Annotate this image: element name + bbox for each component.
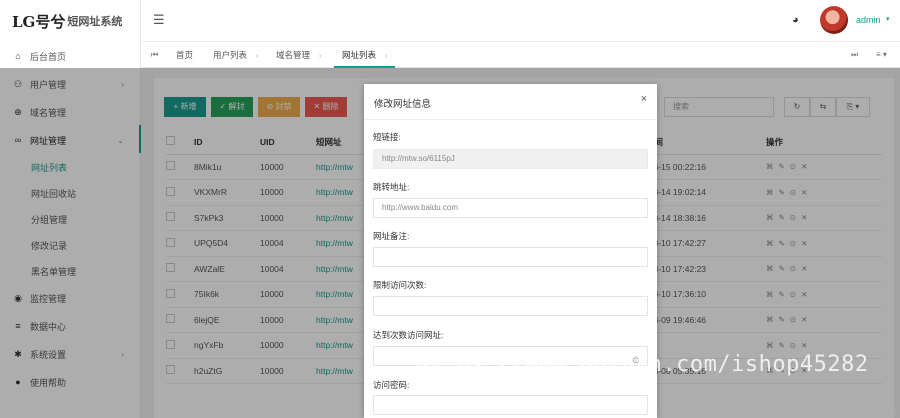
tab-next-icon[interactable]: ⏭ — [851, 42, 858, 68]
logo-sub: 短网址系统 — [67, 15, 123, 28]
caret-down-icon[interactable]: ▾ — [886, 15, 890, 23]
tab-label: 域名管理 — [276, 50, 311, 60]
close-icon[interactable]: › — [385, 53, 387, 60]
app-logo[interactable]: LG号兮 短网址系统 — [0, 0, 140, 42]
scroll-down-icon[interactable]: ▼ — [892, 410, 898, 416]
target-url-field[interactable]: http://www.baidu.com — [373, 198, 648, 218]
tab-prev-icon[interactable]: ⏮ — [151, 42, 158, 68]
tab-label: 网址列表 — [342, 50, 377, 60]
limit-redirect-label: 达到次数访问网址: — [373, 330, 444, 340]
avatar[interactable] — [820, 6, 848, 34]
close-icon[interactable]: × — [641, 93, 647, 105]
remark-label: 网址备注: — [373, 231, 410, 241]
short-url-field: http://mtw.so/6115pJ — [373, 149, 648, 169]
tab-home[interactable]: 首页 — [176, 42, 193, 68]
page-tabs: ⏮ 首页 用户列表 › 域名管理 › 网址列表 › ⏭ ≡ ▾ — [141, 42, 900, 68]
modal-divider — [364, 119, 657, 120]
palette-icon[interactable]: ◕ — [792, 14, 799, 26]
visit-limit-field[interactable] — [373, 296, 648, 316]
username[interactable]: admin — [856, 15, 881, 25]
tab-label: 首页 — [176, 50, 194, 60]
short-url-label: 短链接: — [373, 132, 401, 142]
tab-domain-manage[interactable]: 域名管理 › — [276, 42, 321, 68]
modal-title: 修改网址信息 — [374, 99, 432, 110]
tab-url-list[interactable]: 网址列表 › — [334, 42, 396, 68]
top-header: ☰ ◕ admin ▾ — [141, 0, 900, 42]
tab-user-list[interactable]: 用户列表 › — [213, 42, 258, 68]
menu-toggle-icon[interactable]: ☰ — [153, 12, 165, 28]
visit-limit-label: 限制访问次数: — [373, 280, 427, 290]
target-url-label: 跳转地址: — [373, 182, 410, 192]
watermark: https://www.huzhan.com/ishop45282 — [415, 352, 869, 377]
remark-field[interactable] — [373, 247, 648, 267]
home-icon: ⌂ — [15, 51, 21, 61]
close-icon[interactable]: › — [319, 53, 321, 60]
tab-label: 用户列表 — [213, 50, 248, 60]
sidebar-item-home[interactable]: ⌂ 后台首页 — [0, 42, 140, 70]
password-field[interactable] — [373, 395, 648, 415]
logo-main: LG号兮 — [12, 12, 66, 31]
sidebar-item-label: 后台首页 — [30, 51, 67, 62]
password-label: 访问密码: — [373, 380, 410, 390]
tab-menu-icon[interactable]: ≡ ▾ — [876, 42, 887, 68]
close-icon[interactable]: › — [256, 53, 258, 60]
